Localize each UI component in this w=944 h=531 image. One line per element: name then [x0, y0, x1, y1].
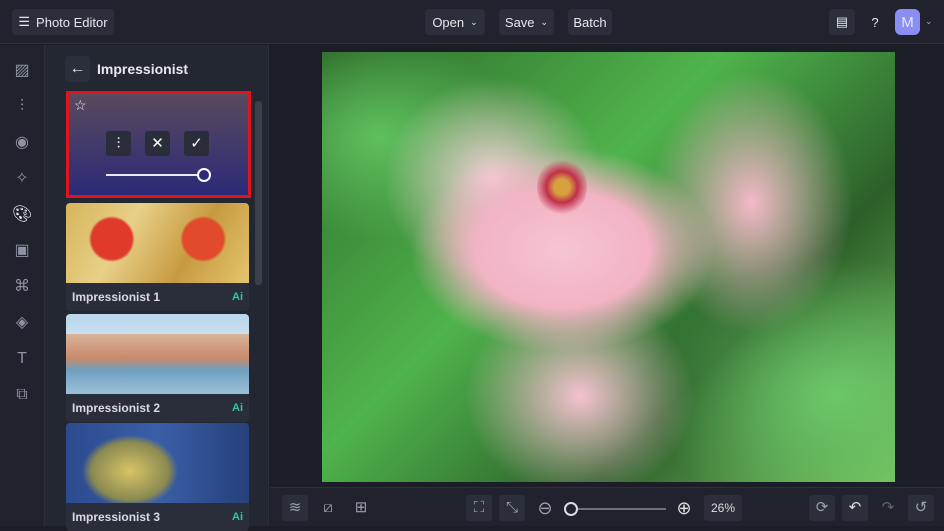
panel-title: Impressionist [97, 61, 189, 77]
help-icon[interactable]: ? [862, 9, 888, 35]
feedback-icon[interactable]: ▤ [829, 9, 855, 35]
actual-size-icon[interactable]: ⤡ [499, 495, 525, 521]
text-icon[interactable]: T [12, 349, 32, 369]
effect-thumbnail [66, 203, 249, 283]
layers-icon[interactable]: ≋ [282, 495, 308, 521]
artsy-palette-icon[interactable]: 🎨︎ [12, 205, 32, 225]
tool-rail: ▨ ⫶ ◉ ✧ 🎨︎ ▣ ⌘ ◈ T ⧉ [0, 45, 45, 526]
apply-check-icon[interactable]: ✓ [184, 131, 209, 156]
open-button[interactable]: Open ⌄ [425, 9, 485, 35]
open-label: Open [432, 14, 465, 30]
cancel-icon[interactable]: ✕ [145, 131, 170, 156]
panel-scrollbar[interactable] [255, 101, 262, 285]
frame-icon[interactable]: ▣ [12, 241, 32, 261]
zoom-in-icon[interactable]: ⊕ [671, 495, 697, 521]
chevron-down-icon: ⌄ [540, 16, 549, 27]
rotate-icon[interactable]: ⟳ [809, 495, 835, 521]
avatar[interactable]: M [895, 9, 920, 35]
selected-effect-card[interactable]: ☆ ⫶ ✕ ✓ [66, 91, 251, 198]
bottom-toolbar: ≋ ⧄ ⊞ ⛶ ⤡ ⊖ ⊕ 26% ⟳ ↶ ↷ ↺ [270, 487, 944, 526]
effect-label: Impressionist 3 [72, 510, 161, 524]
intensity-slider[interactable] [106, 174, 203, 176]
fit-screen-icon[interactable]: ⛶ [466, 495, 492, 521]
grid-icon[interactable]: ⊞ [348, 495, 374, 521]
app-title: Photo Editor [36, 14, 108, 30]
settings-sliders-icon[interactable]: ⫶ [106, 131, 131, 156]
ai-badge: Ai [232, 291, 243, 303]
history-icon[interactable]: ↺ [908, 495, 934, 521]
zoom-out-icon[interactable]: ⊖ [532, 495, 558, 521]
save-label: Save [504, 14, 535, 30]
image-icon[interactable]: ▨ [12, 61, 32, 81]
top-bar: ☰ Photo Editor Open ⌄ Save ⌄ Batch ▤ ? M ⌄ [0, 0, 944, 44]
eye-icon[interactable]: ◉ [12, 133, 32, 153]
effect-label: Impressionist 2 [72, 401, 161, 415]
texture-icon[interactable]: ◈ [12, 313, 32, 333]
zoom-slider-handle[interactable] [564, 502, 578, 516]
menu-button[interactable]: ☰ Photo Editor [12, 9, 114, 35]
back-button[interactable]: ← [65, 56, 90, 82]
ai-badge: Ai [232, 402, 243, 414]
hamburger-icon: ☰ [18, 14, 31, 29]
compare-icon[interactable]: ⧄ [315, 495, 341, 521]
effect-card[interactable]: Impressionist 2 Ai [66, 314, 249, 422]
chevron-down-icon[interactable]: ⌄ [925, 16, 933, 27]
ai-badge: Ai [232, 511, 243, 523]
zoom-level[interactable]: 26% [704, 495, 742, 521]
effects-icon[interactable]: ✧ [12, 169, 32, 189]
redo-icon[interactable]: ↷ [875, 495, 901, 521]
effect-thumbnail [66, 314, 249, 394]
effect-thumbnail [66, 423, 249, 503]
effect-card[interactable]: Impressionist 3 Ai [66, 423, 249, 531]
effect-card[interactable]: Impressionist 1 Ai [66, 203, 249, 311]
zoom-slider[interactable] [566, 508, 666, 510]
adjust-icon[interactable]: ⫶ [12, 97, 32, 117]
photo-canvas[interactable] [322, 52, 895, 482]
effects-panel: ← Impressionist ☆ ⫶ ✕ ✓ Impressionist 1 A… [45, 45, 269, 531]
overlay-icon[interactable]: ⧉ [12, 385, 32, 405]
intensity-slider-handle[interactable] [197, 168, 211, 182]
effect-label: Impressionist 1 [72, 290, 161, 304]
undo-icon[interactable]: ↶ [842, 495, 868, 521]
graphics-icon[interactable]: ⌘ [12, 277, 32, 297]
chevron-down-icon: ⌄ [470, 16, 478, 27]
batch-button[interactable]: Batch [568, 9, 612, 35]
star-icon[interactable]: ☆ [74, 97, 87, 114]
flower-stamen [537, 157, 587, 217]
save-button[interactable]: Save ⌄ [499, 9, 554, 35]
